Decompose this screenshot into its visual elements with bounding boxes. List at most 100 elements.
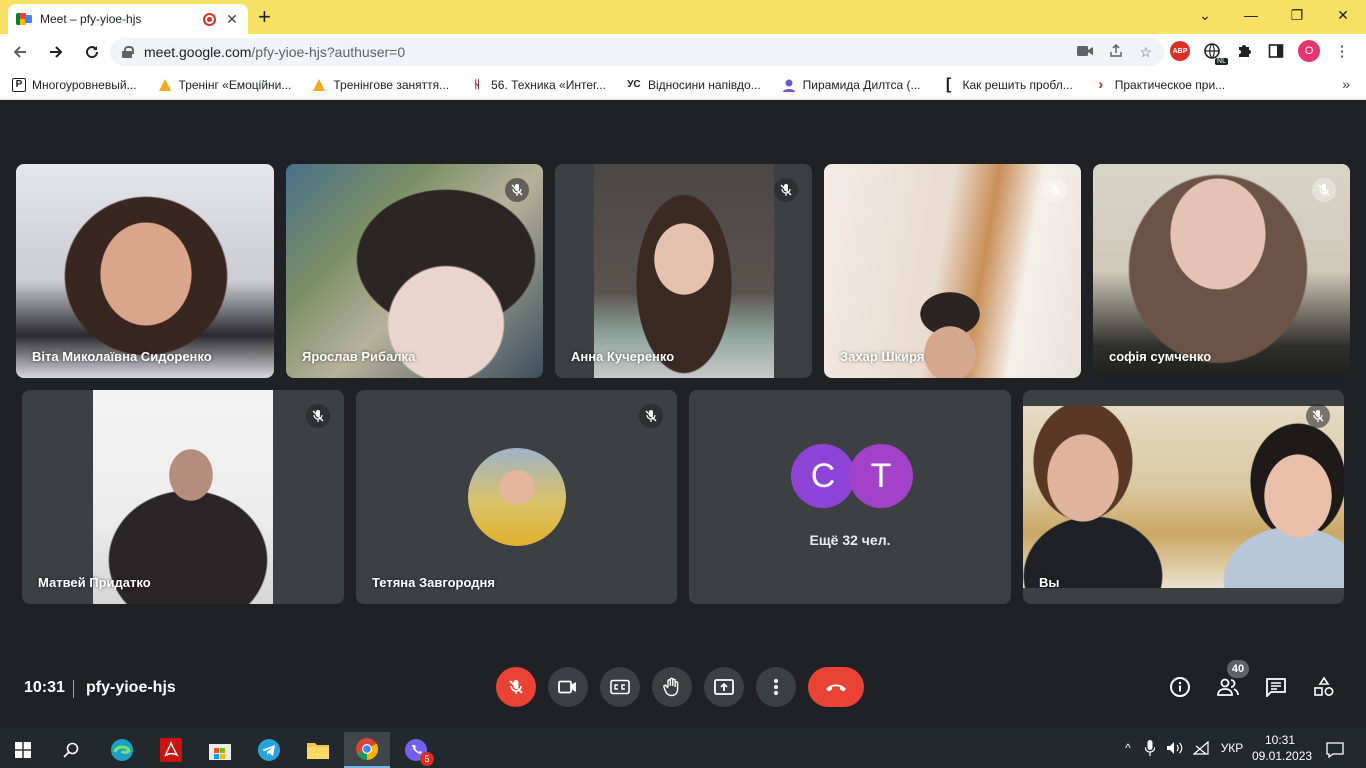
hang-up-icon [826,684,846,692]
address-bar[interactable]: meet.google.com/pfy-yioe-hjs?authuser=0 … [110,38,1164,66]
warning-icon [311,77,327,93]
forward-button[interactable] [40,36,72,68]
bookmark-star-icon[interactable]: ☆ [1139,44,1152,61]
tab-meet[interactable]: Meet – pfy-yioe-hjs ✕ [8,4,248,34]
participant-tile[interactable]: Ярослав Рибалка [286,164,543,378]
tray-chevron-icon[interactable]: ^ [1118,741,1138,755]
menu-kebab-icon[interactable]: ⋮ [1332,41,1352,61]
bookmark-label: Відносини напівдо... [647,77,761,92]
tab-search-icon[interactable]: ⌄ [1182,0,1228,30]
more-options-button[interactable] [756,667,796,707]
bookmark-label: Тренінгове заняття... [333,77,450,92]
participant-video [824,164,1081,378]
edge-icon [111,739,133,761]
bookmark-item[interactable]: УС Відносини напівдо... [626,77,761,93]
back-button[interactable] [4,36,36,68]
tab-close-icon[interactable]: ✕ [224,11,240,28]
person-icon [781,77,797,93]
more-vert-icon [774,679,778,695]
reload-button[interactable] [76,36,108,68]
mic-toggle-button[interactable] [496,667,536,707]
more-participants-tile[interactable]: С Т Ещё 32 чел. [689,390,1011,604]
bookmark-item[interactable]: Тренінг «Емоційни... [157,77,291,93]
participant-video [16,164,274,378]
participant-tile[interactable]: Віта Миколаївна Сидоренко [16,164,274,378]
bookmark-label: 56. Техника «Интег... [491,77,606,92]
minimize-button[interactable]: — [1228,0,1274,30]
warning-icon [157,77,173,93]
meeting-info-button[interactable] [1165,672,1195,702]
side-panel-icon[interactable] [1266,41,1286,61]
camera-toggle-button[interactable] [548,667,588,707]
participant-video [1093,164,1350,378]
windows-logo-icon [15,742,31,758]
bookmark-item[interactable]: [Как решить пробл... [941,76,1073,93]
edge-app[interactable] [99,732,145,768]
notifications-button[interactable] [1312,732,1358,768]
language-extension-icon[interactable]: NL [1202,41,1228,65]
mic-off-icon [505,178,529,202]
info-icon [1170,677,1190,697]
participant-tile[interactable]: Матвей Придатко [22,390,344,604]
bookmark-item[interactable]: Пирамида Дилтса (... [781,77,921,93]
recording-icon [203,12,216,26]
start-button[interactable] [0,732,46,768]
bookmark-item[interactable]: Тренінгове заняття... [311,77,449,93]
viber-badge: 5 [420,752,434,766]
bookmarks-bar: P Многоуровневый... Тренінг «Емоційни... … [0,70,1366,100]
chat-button[interactable] [1261,672,1291,702]
captions-button[interactable] [600,667,640,707]
microphone-icon[interactable] [1138,740,1162,756]
bookmark-label: Как решить пробл... [962,77,1073,92]
tab-title: Meet – pfy-yioe-hjs [40,12,142,26]
close-window-button[interactable]: ✕ [1320,0,1366,30]
volume-icon[interactable] [1162,741,1188,755]
browser-toolbar: meet.google.com/pfy-yioe-hjs?authuser=0 … [0,34,1366,70]
bookmark-item[interactable]: P Многоуровневый... [12,77,137,92]
camera-icon[interactable] [1077,44,1094,60]
participant-tile[interactable]: софія сумченко [1093,164,1350,378]
present-screen-button[interactable] [704,667,744,707]
file-explorer-app[interactable] [295,732,341,768]
participant-video [286,164,543,378]
meet-favicon-icon [16,12,32,26]
participant-tile[interactable]: Тетяна Завгородня [356,390,677,604]
share-icon[interactable] [1109,43,1123,61]
mic-off-icon [1043,178,1067,202]
restore-button[interactable]: ❐ [1274,0,1320,30]
lock-icon[interactable] [122,46,134,58]
mic-off-icon [306,404,330,428]
leave-call-button[interactable] [808,667,864,707]
activities-icon [1314,676,1334,697]
chrome-icon [356,738,378,760]
new-tab-button[interactable]: + [258,6,271,28]
participant-name: Вы [1039,575,1060,590]
taskbar-search-button[interactable] [48,732,94,768]
participant-name: Ярослав Рибалка [302,349,416,364]
bookmark-label: Многоуровневый... [32,77,137,92]
participant-tile[interactable]: Захар Шкиря [824,164,1081,378]
acrobat-app[interactable] [148,732,194,768]
activities-button[interactable] [1309,672,1339,702]
more-participants-label: Ещё 32 чел. [809,532,891,548]
network-icon[interactable] [1188,741,1214,755]
url-text: meet.google.com/pfy-yioe-hjs?authuser=0 [144,44,1061,60]
bookmark-item[interactable]: › Практическое при... [1093,76,1225,93]
hand-icon [663,677,679,697]
chrome-app[interactable] [344,732,390,768]
bookmark-item[interactable]: ᚺ 56. Техника «Интег... [469,77,606,93]
participant-tile[interactable]: Анна Кучеренко [555,164,812,378]
raise-hand-button[interactable] [652,667,692,707]
bookmarks-overflow-icon[interactable]: » [1342,76,1350,92]
extensions-puzzle-icon[interactable] [1234,41,1254,61]
taskbar-date: 09.01.2023 [1252,749,1313,763]
telegram-app[interactable] [246,732,292,768]
viber-app[interactable]: 5 [393,732,439,768]
adblock-icon[interactable]: ABP [1170,41,1190,61]
profile-avatar[interactable]: O [1298,40,1320,62]
keyboard-language[interactable]: УКР [1214,741,1250,755]
taskbar-clock[interactable]: 10:31 09.01.2023 [1252,732,1313,764]
chat-icon [1266,678,1286,697]
store-app[interactable] [197,732,243,768]
self-tile[interactable]: Вы [1023,390,1344,604]
